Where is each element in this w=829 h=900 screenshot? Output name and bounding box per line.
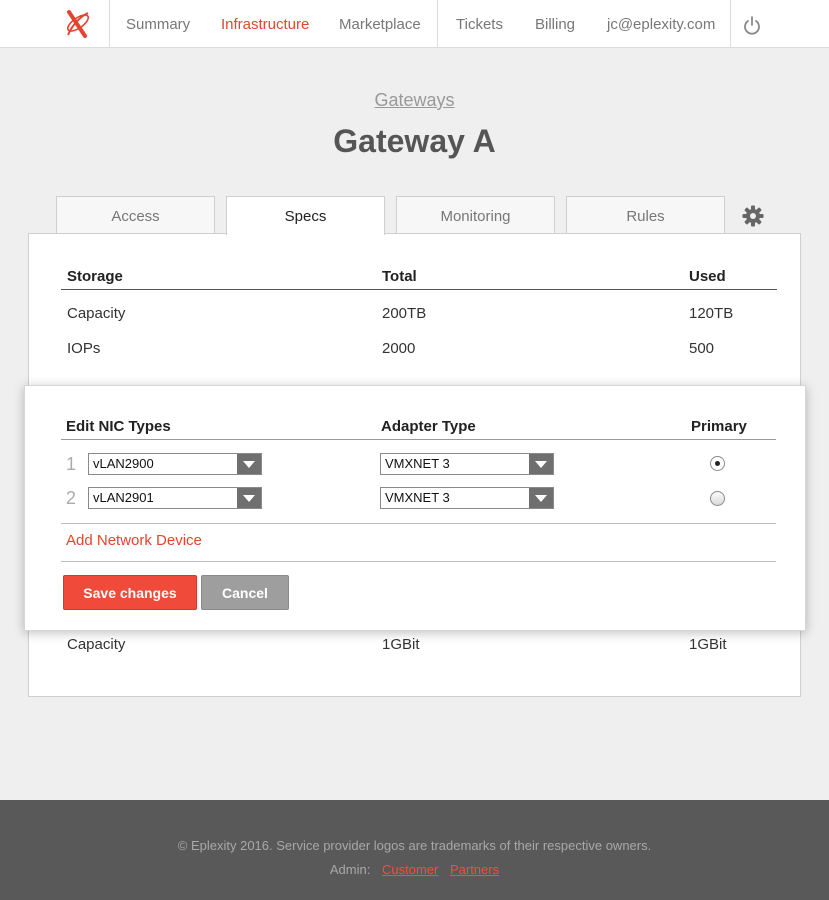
adapter-type-select[interactable]: VMXNET 3: [380, 453, 554, 475]
adapter-type-select[interactable]: VMXNET 3: [380, 487, 554, 509]
used-column-header: Used: [689, 268, 726, 285]
chevron-down-icon[interactable]: [237, 454, 261, 474]
nic-type-select[interactable]: vLAN2901: [88, 487, 262, 509]
page-title: Gateway A: [333, 123, 496, 159]
storage-column-header: Storage: [67, 268, 123, 285]
row-used: 120TB: [689, 305, 734, 322]
edit-nic-modal: Edit NIC Types Adapter Type Primary 1 vL…: [24, 385, 806, 631]
nav-divider: [437, 0, 438, 47]
nav-user-email[interactable]: jc@eplexity.com: [607, 16, 715, 33]
footer-admin: Admin: Customer Partners: [0, 862, 829, 877]
tab-rules[interactable]: Rules: [566, 196, 725, 234]
save-changes-button[interactable]: Save changes: [63, 575, 197, 610]
row-total: 1GBit: [382, 636, 420, 653]
nav-summary[interactable]: Summary: [126, 16, 190, 33]
nav-divider: [730, 0, 731, 47]
adapter-type-column-header: Adapter Type: [381, 418, 476, 435]
row-used: 500: [689, 340, 715, 357]
tab-access[interactable]: Access: [56, 196, 215, 234]
gear-icon[interactable]: [741, 204, 765, 228]
primary-radio-selected[interactable]: [710, 456, 725, 471]
primary-radio[interactable]: [710, 491, 725, 506]
row-label: Capacity: [67, 636, 126, 653]
breadcrumb-gateways[interactable]: Gateways: [0, 90, 829, 111]
footer: © Eplexity 2016. Service provider logos …: [0, 800, 829, 900]
footer-copyright: © Eplexity 2016. Service provider logos …: [177, 838, 652, 853]
admin-customer-link[interactable]: Customer: [382, 862, 438, 877]
admin-label: Admin:: [329, 862, 371, 877]
nav-marketplace[interactable]: Marketplace: [339, 16, 421, 33]
adapter-type-value: VMXNET 3: [385, 490, 450, 505]
nic-row-index: 1: [66, 454, 77, 474]
nic-type-select[interactable]: vLAN2900: [88, 453, 262, 475]
nic-row-index: 2: [66, 488, 77, 508]
chevron-down-icon[interactable]: [529, 488, 553, 508]
nic-type-value: vLAN2900: [93, 456, 154, 471]
add-network-device-link[interactable]: Add Network Device: [66, 532, 202, 549]
row-used: 1GBit: [689, 636, 727, 653]
storage-header-divider: [61, 289, 777, 290]
table-row: Capacity 1GBit 1GBit: [67, 636, 777, 660]
nic-types-column-header: Edit NIC Types: [66, 418, 171, 435]
row-label: Capacity: [67, 305, 126, 322]
table-row: Capacity 200TB 120TB: [67, 305, 777, 329]
nav-infrastructure[interactable]: Infrastructure: [221, 16, 309, 33]
top-navigation: Summary Infrastructure Marketplace Ticke…: [0, 0, 829, 48]
primary-column-header: Primary: [691, 418, 747, 435]
modal-divider: [61, 523, 776, 524]
power-icon[interactable]: [741, 15, 763, 37]
total-column-header: Total: [382, 268, 417, 285]
nav-billing[interactable]: Billing: [535, 16, 575, 33]
nic-type-value: vLAN2901: [93, 490, 154, 505]
chevron-down-icon[interactable]: [529, 454, 553, 474]
eplexity-x-logo[interactable]: [46, 0, 109, 47]
table-row: IOPs 2000 500: [67, 340, 777, 364]
cancel-button[interactable]: Cancel: [201, 575, 289, 610]
row-label: IOPs: [67, 340, 101, 357]
tab-specs[interactable]: Specs: [226, 196, 385, 235]
tab-monitoring[interactable]: Monitoring: [396, 196, 555, 234]
chevron-down-icon[interactable]: [237, 488, 261, 508]
nav-tickets[interactable]: Tickets: [456, 16, 503, 33]
row-total: 2000: [382, 340, 416, 357]
modal-header-divider: [61, 439, 776, 440]
nav-divider: [109, 0, 110, 47]
adapter-type-value: VMXNET 3: [385, 456, 450, 471]
row-total: 200TB: [382, 305, 427, 322]
admin-partners-link[interactable]: Partners: [450, 862, 499, 877]
modal-divider: [61, 561, 776, 562]
